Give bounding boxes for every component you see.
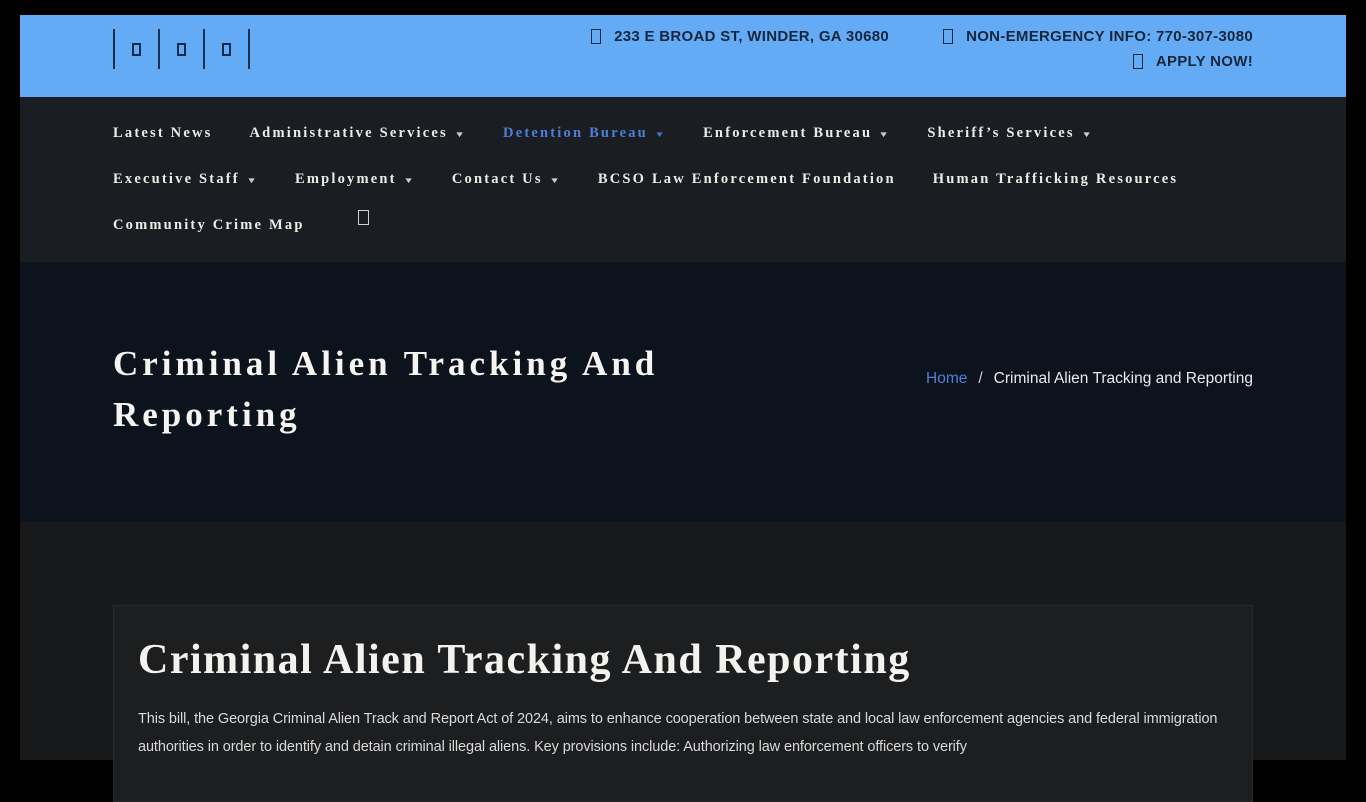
topbar-row-apply: APPLY NOW!: [1133, 53, 1253, 70]
social-icon-3: [222, 43, 231, 56]
topbar-row-contact: 233 E BROAD ST, WINDER, GA 30680 NON-EME…: [591, 28, 1253, 45]
breadcrumb-home-link[interactable]: Home: [926, 370, 967, 388]
main-nav: Latest NewsAdministrative Services▼Deten…: [20, 97, 1346, 262]
nav-item-enforcement-bureau[interactable]: Enforcement Bureau ▼: [703, 125, 890, 142]
topbar: 233 E BROAD ST, WINDER, GA 30680 NON-EME…: [20, 15, 1346, 97]
nav-rows: Latest NewsAdministrative Services▼Deten…: [113, 110, 1253, 248]
nav-item-detention-bureau[interactable]: Detention Bureau ▼: [503, 125, 666, 142]
address-text: 233 E BROAD ST, WINDER, GA 30680: [614, 28, 889, 45]
search-button[interactable]: [358, 210, 369, 228]
non-emergency-text: NON-EMERGENCY INFO: 770-307-3080: [966, 28, 1253, 45]
nav-item-label: Enforcement Bureau: [703, 125, 872, 142]
social-links: [113, 20, 250, 78]
page-frame: 233 E BROAD ST, WINDER, GA 30680 NON-EME…: [20, 15, 1346, 760]
chevron-down-icon: ▼: [654, 130, 668, 139]
main-content: Criminal Alien Tracking And Reporting Th…: [20, 522, 1346, 760]
nav-row-3: Community Crime Map: [113, 202, 1253, 248]
nav-item-label: BCSO Law Enforcement Foundation: [598, 171, 896, 188]
breadcrumb-current: Criminal Alien Tracking and Reporting: [994, 370, 1253, 388]
chevron-down-icon: ▼: [549, 176, 563, 185]
nav-item-label: Community Crime Map: [113, 217, 305, 234]
nav-item-sheriff-s-services[interactable]: Sheriff’s Services ▼: [927, 125, 1093, 142]
nav-item-label: Detention Bureau: [503, 125, 648, 142]
address: 233 E BROAD ST, WINDER, GA 30680: [591, 28, 889, 45]
nav-item-contact-us[interactable]: Contact Us ▼: [452, 171, 561, 188]
nav-row-1: Latest NewsAdministrative Services▼Deten…: [113, 110, 1253, 156]
nav-row-2: Executive Staff ▼ Employment ▼ Contact Us ▼ BC…: [113, 156, 1253, 202]
social-link-1[interactable]: [115, 43, 158, 56]
chevron-down-icon: ▼: [1081, 130, 1095, 139]
article-card: Criminal Alien Tracking And Reporting Th…: [113, 605, 1253, 802]
nav-item-human-trafficking-resources[interactable]: Human Trafficking Resources: [933, 171, 1179, 188]
apply-icon: [1133, 54, 1143, 69]
nav-item-label: Administrative Services: [250, 125, 448, 142]
nav-item-administrative-services[interactable]: Administrative Services ▼: [250, 125, 467, 142]
search-icon: [358, 210, 369, 225]
topbar-container: 233 E BROAD ST, WINDER, GA 30680 NON-EME…: [113, 15, 1253, 97]
breadcrumb: Home / Criminal Alien Tracking and Repor…: [926, 370, 1253, 388]
article-paragraph: This bill, the Georgia Criminal Alien Tr…: [138, 706, 1228, 761]
hero-section: Criminal Alien Tracking And Reporting Ho…: [20, 262, 1346, 522]
chevron-down-icon: ▼: [878, 130, 892, 139]
nav-item-employment[interactable]: Employment ▼: [295, 171, 415, 188]
hero-container: Criminal Alien Tracking And Reporting Ho…: [113, 262, 1253, 440]
breadcrumb-separator: /: [978, 370, 982, 388]
social-link-3[interactable]: [205, 43, 248, 56]
nav-item-bcso-law-enforcement-foundation[interactable]: BCSO Law Enforcement Foundation: [598, 171, 896, 188]
nav-item-community-crime-map[interactable]: Community Crime Map: [113, 217, 305, 234]
location-icon: [591, 29, 601, 44]
nav-item-latest-news[interactable]: Latest News: [113, 125, 213, 142]
chevron-down-icon: ▼: [246, 176, 260, 185]
nav-item-label: Contact Us: [452, 171, 543, 188]
apply-now-link[interactable]: APPLY NOW!: [1133, 53, 1253, 70]
page-title: Criminal Alien Tracking And Reporting: [113, 338, 733, 440]
nav-item-executive-staff[interactable]: Executive Staff ▼: [113, 171, 258, 188]
nav-item-label: Executive Staff: [113, 171, 240, 188]
social-icon-1: [132, 43, 141, 56]
nav-item-label: Human Trafficking Resources: [933, 171, 1179, 188]
nav-item-label: Sheriff’s Services: [927, 125, 1074, 142]
divider: [248, 29, 250, 69]
phone-icon: [943, 29, 953, 44]
non-emergency-info: NON-EMERGENCY INFO: 770-307-3080: [943, 28, 1253, 45]
nav-item-label: Latest News: [113, 125, 213, 142]
chevron-down-icon: ▼: [403, 176, 417, 185]
social-link-2[interactable]: [160, 43, 203, 56]
apply-now-text: APPLY NOW!: [1156, 53, 1253, 70]
topbar-right: 233 E BROAD ST, WINDER, GA 30680 NON-EME…: [591, 15, 1253, 97]
chevron-down-icon: ▼: [454, 130, 468, 139]
article-heading: Criminal Alien Tracking And Reporting: [138, 636, 1228, 684]
social-icon-2: [177, 43, 186, 56]
nav-item-label: Employment: [295, 171, 397, 188]
